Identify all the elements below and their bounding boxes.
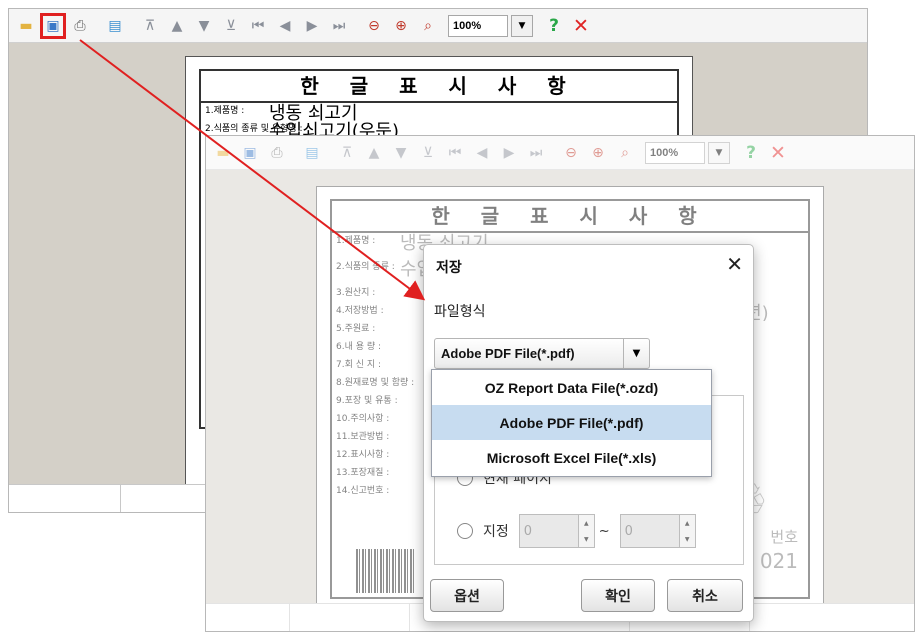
format-option-pdf[interactable]: Adobe PDF File(*.pdf) xyxy=(432,405,711,440)
first-nav-icon[interactable]: ⏮ xyxy=(247,15,269,37)
prev-nav-icon[interactable]: ◀ xyxy=(274,15,296,37)
chevron-down-icon[interactable]: ▼ xyxy=(511,14,533,37)
format-option-ozd[interactable]: OZ Report Data File(*.ozd) xyxy=(432,370,711,405)
up-icon[interactable]: ▲ xyxy=(579,515,594,531)
chevron-down-icon[interactable]: ▼ xyxy=(623,339,649,368)
save-icon[interactable]: ▣ xyxy=(40,12,66,39)
file-format-label: 파일형식 xyxy=(434,304,486,320)
up-icon[interactable]: ▲ xyxy=(680,515,695,531)
print-icon[interactable]: ⎙ xyxy=(69,15,91,37)
selected-format: Adobe PDF File(*.pdf) xyxy=(441,346,575,361)
down-icon[interactable]: ▼ xyxy=(680,531,695,547)
zoom-out-icon[interactable]: ⊖ xyxy=(363,15,385,37)
close-icon[interactable]: ✕ xyxy=(570,15,592,37)
label-title: 한 글 표 시 사 항 xyxy=(201,71,677,103)
next-icon[interactable]: ▼ xyxy=(193,15,215,37)
range-from-stepper[interactable]: 0 ▲ ▼ xyxy=(518,514,595,548)
format-option-xls[interactable]: Microsoft Excel File(*.xls) xyxy=(432,440,711,475)
radio-range[interactable]: 지정 0 ▲ ▼ ~ 0 ▲ ▼ xyxy=(457,514,696,548)
cancel-button[interactable]: 취소 xyxy=(667,579,743,612)
folder-icon[interactable]: ▬ xyxy=(15,15,37,37)
file-format-dropdown: OZ Report Data File(*.ozd) Adobe PDF Fil… xyxy=(431,369,712,477)
down-icon[interactable]: ▼ xyxy=(579,531,594,547)
next-nav-icon[interactable]: ▶ xyxy=(301,15,323,37)
help-icon[interactable]: ? xyxy=(543,15,565,37)
zoom-input[interactable]: 100% xyxy=(448,14,508,37)
last-page-icon[interactable]: ⊻ xyxy=(220,15,242,37)
radio-icon[interactable] xyxy=(457,523,473,539)
last-nav-icon[interactable]: ⏭ xyxy=(328,15,350,37)
zoom-in-icon[interactable]: ⊕ xyxy=(390,15,412,37)
export-icon[interactable]: ▤ xyxy=(104,15,126,37)
ok-button[interactable]: 확인 xyxy=(581,579,655,612)
viewer-toolbar: ▬ ▣ ⎙ ▤ ⊼ ▲ ▼ ⊻ ⏮ ◀ ▶ ⏭ ⊖ ⊕ ⌕ 100% ▼ ? ✕ xyxy=(9,9,867,43)
label-row: 1.제품명 : 냉동 쇠고기 xyxy=(205,103,358,121)
range-to-stepper[interactable]: 0 ▲ ▼ xyxy=(619,514,696,548)
zoom-fit-icon[interactable]: ⌕ xyxy=(417,15,439,37)
close-icon[interactable]: ✕ xyxy=(726,252,743,276)
file-format-select[interactable]: Adobe PDF File(*.pdf) ▼ xyxy=(434,338,650,369)
options-button[interactable]: 옵션 xyxy=(430,579,504,612)
first-page-icon[interactable]: ⊼ xyxy=(139,15,161,37)
dialog-title: 저장 xyxy=(436,260,462,276)
prev-icon[interactable]: ▲ xyxy=(166,15,188,37)
